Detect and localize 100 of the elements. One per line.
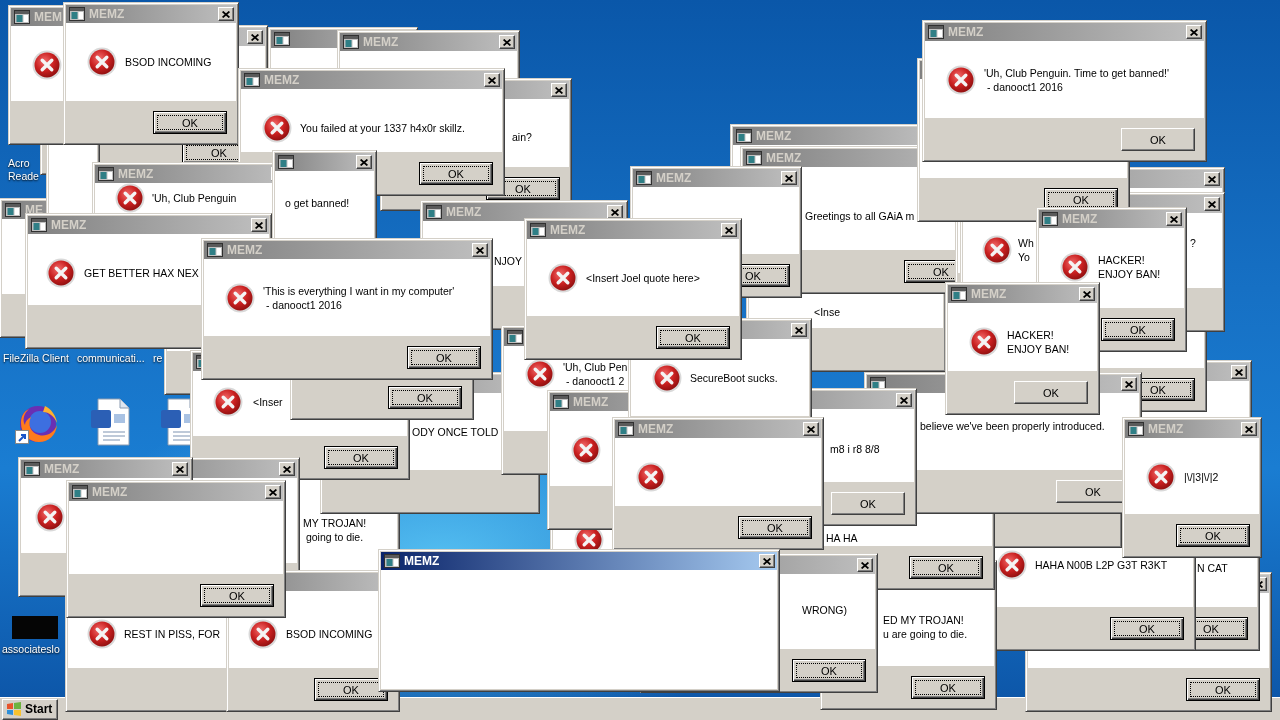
error-icon: [946, 65, 976, 95]
error-icon: [652, 363, 682, 393]
close-button[interactable]: [247, 30, 263, 44]
error-icon: [46, 258, 76, 288]
window-title: MEMZ: [1062, 212, 1098, 226]
ok-button[interactable]: OK: [200, 584, 274, 607]
close-button[interactable]: [172, 462, 188, 476]
window-title: MEMZ: [227, 243, 263, 257]
app-icon: [1042, 212, 1058, 226]
ok-button[interactable]: OK: [738, 516, 812, 539]
close-button[interactable]: [265, 485, 281, 499]
app-icon: [1128, 422, 1144, 436]
close-button[interactable]: [472, 243, 488, 257]
close-button[interactable]: [759, 554, 775, 568]
close-button[interactable]: [499, 35, 515, 49]
close-button[interactable]: [251, 218, 267, 232]
desktop-icon-label[interactable]: re: [153, 352, 163, 365]
close-button[interactable]: [1204, 197, 1220, 211]
ok-button[interactable]: OK: [831, 492, 905, 515]
close-icon: [1235, 368, 1243, 376]
ok-button[interactable]: OK: [1110, 617, 1184, 640]
close-button[interactable]: [1186, 25, 1202, 39]
app-icon: [72, 485, 88, 499]
app-icon: [31, 218, 47, 232]
close-button[interactable]: [1204, 172, 1220, 186]
close-icon: [1125, 380, 1133, 388]
app-icon: [69, 7, 85, 21]
window-title: MEMZ: [766, 151, 802, 165]
close-button[interactable]: [791, 323, 807, 337]
window-title: MEMZ: [44, 462, 80, 476]
desktop-icon-label[interactable]: Acro Reade: [8, 157, 39, 183]
close-button[interactable]: [607, 205, 623, 219]
close-button[interactable]: [279, 462, 295, 476]
ok-button[interactable]: OK: [1121, 128, 1195, 151]
close-button[interactable]: [218, 7, 234, 21]
ok-button[interactable]: OK: [1176, 524, 1250, 547]
close-button[interactable]: [1241, 422, 1257, 436]
message-text: N CAT: [1197, 561, 1228, 575]
ok-button[interactable]: OK: [1101, 318, 1175, 341]
start-button[interactable]: Start: [2, 698, 59, 720]
close-icon: [269, 488, 277, 496]
ok-button[interactable]: OK: [324, 446, 398, 469]
app-icon: [951, 287, 967, 301]
ok-button[interactable]: OK: [1014, 381, 1088, 404]
window-title: MEMZ: [264, 73, 300, 87]
close-icon: [251, 33, 259, 41]
desktop-icon-label[interactable]: associateslo: [2, 643, 60, 656]
ok-button[interactable]: OK: [1186, 678, 1260, 701]
desktop-icon-label[interactable]: communicati...: [77, 352, 145, 365]
ok-button[interactable]: OK: [911, 676, 985, 699]
close-button[interactable]: [1121, 377, 1137, 391]
app-icon: [507, 330, 523, 344]
window-title: MEM: [34, 10, 62, 24]
close-button[interactable]: [551, 83, 567, 97]
close-icon: [488, 76, 496, 84]
window-title: MEMZ: [51, 218, 87, 232]
close-button[interactable]: [484, 73, 500, 87]
app-icon: [636, 171, 652, 185]
window-title: MEMZ: [89, 7, 125, 21]
close-button[interactable]: [803, 422, 819, 436]
window-title: MEMZ: [404, 554, 440, 568]
error-icon: [248, 619, 278, 649]
close-button[interactable]: [1079, 287, 1095, 301]
close-icon: [176, 465, 184, 473]
ok-button[interactable]: OK: [388, 386, 462, 409]
ok-button[interactable]: OK: [656, 326, 730, 349]
close-icon: [861, 561, 869, 569]
message-text: HACKER! ENJOY BAN!: [1098, 253, 1161, 281]
close-button[interactable]: [896, 393, 912, 407]
ok-button[interactable]: OK: [153, 111, 227, 134]
ok-button[interactable]: OK: [419, 162, 493, 185]
message-text: REST IN PISS, FOR: [124, 627, 221, 641]
close-button[interactable]: [356, 155, 372, 169]
ok-button[interactable]: OK: [407, 346, 481, 369]
close-icon: [611, 208, 619, 216]
error-icon: [636, 462, 666, 492]
message-text: HAHA N00B L2P G3T R3KT: [1035, 558, 1168, 572]
message-text: 'Uh, Club Pen - danooct1 2: [563, 360, 628, 388]
ok-button[interactable]: OK: [792, 659, 866, 682]
close-button[interactable]: [857, 558, 873, 572]
ok-button[interactable]: OK: [909, 556, 983, 579]
document-icon[interactable]: [90, 398, 130, 446]
flag-icon: [6, 701, 22, 717]
message-text: HACKER! ENJOY BAN!: [1007, 328, 1070, 356]
ok-button[interactable]: OK: [314, 678, 388, 701]
message-text: HA HA: [826, 531, 858, 545]
message-text: 'This is everything I want in my computer' - danooct1 2016: [263, 284, 455, 312]
error-icon: [982, 235, 1012, 265]
close-button[interactable]: [721, 223, 737, 237]
app-icon: [207, 243, 223, 257]
desktop-icon-label[interactable]: FileZilla Client: [3, 352, 69, 365]
close-icon: [1170, 215, 1178, 223]
close-button[interactable]: [781, 171, 797, 185]
message-text: ain?: [512, 130, 532, 144]
app-icon: [530, 223, 546, 237]
error-icon: [35, 502, 65, 532]
message-text: SecureBoot sucks.: [690, 371, 778, 385]
close-button[interactable]: [1166, 212, 1182, 226]
error-icon: [548, 263, 578, 293]
close-button[interactable]: [1231, 365, 1247, 379]
